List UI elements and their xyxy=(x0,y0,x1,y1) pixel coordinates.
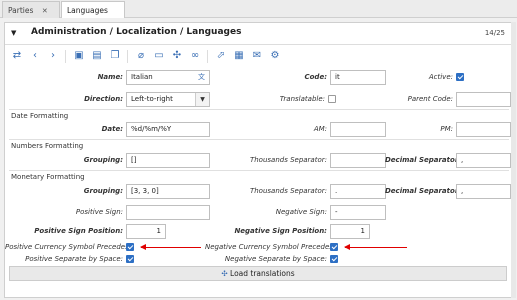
tab-languages[interactable]: Languages ✕ xyxy=(61,1,125,32)
close-icon[interactable]: ✕ xyxy=(42,7,48,15)
tab-label: Languages xyxy=(67,6,108,15)
translate-icon: ✣ xyxy=(221,269,228,278)
open-icon[interactable]: ⬀ xyxy=(215,50,227,62)
note-icon[interactable]: ▭ xyxy=(153,50,165,62)
prev-icon[interactable]: ‹ xyxy=(29,50,41,62)
red-arrow-annotation xyxy=(344,244,407,250)
tab-label: Parties xyxy=(8,6,34,15)
attach-icon[interactable]: ⌀ xyxy=(135,50,147,62)
positive-separate-space-checkbox[interactable] xyxy=(126,255,134,263)
switch-icon[interactable]: ⇄ xyxy=(11,50,23,62)
positive-sign-position-label: Positive Sign Position: xyxy=(34,227,123,235)
save-icon[interactable]: ▤ xyxy=(91,50,103,62)
grouping-label: Grouping: xyxy=(83,156,123,164)
scrollbar[interactable] xyxy=(511,22,516,298)
translate-icon[interactable]: 文 xyxy=(198,71,205,84)
next-icon[interactable]: › xyxy=(47,50,59,62)
translatable-checkbox[interactable] xyxy=(328,95,336,103)
positive-sign-label: Positive Sign: xyxy=(75,208,123,216)
name-label: Name: xyxy=(97,73,123,81)
direction-value: Left-to-right xyxy=(131,95,173,103)
relate-icon[interactable]: ✣ xyxy=(171,50,183,62)
negative-sign-position-field[interactable]: 1 xyxy=(330,224,370,239)
load-translations-label: Load translations xyxy=(230,269,295,278)
grouping-field[interactable]: [] xyxy=(126,153,210,168)
date-section-title: Date Formatting xyxy=(11,112,69,120)
link-icon[interactable]: ∞ xyxy=(189,50,201,62)
monetary-decimal-label: Decimal Separator: xyxy=(385,187,462,195)
page-title: Administration / Localization / Language… xyxy=(31,27,242,37)
negative-separate-space-checkbox[interactable] xyxy=(330,255,338,263)
direction-select[interactable]: Left-to-right ▼ xyxy=(126,92,210,107)
tab-bar: Parties ✕ Languages ✕ xyxy=(0,0,517,32)
action-icon[interactable]: ⚙ xyxy=(269,50,281,62)
name-field[interactable]: Italian 文 xyxy=(126,70,210,85)
positive-separate-space-label: Positive Separate by Space: xyxy=(25,255,123,263)
code-field[interactable]: it xyxy=(330,70,386,85)
chevron-down-icon[interactable]: ▼ xyxy=(11,29,19,37)
chevron-down-icon: ▼ xyxy=(195,93,209,106)
load-translations-button[interactable]: ✣ Load translations xyxy=(9,266,507,281)
pm-field[interactable] xyxy=(456,122,511,137)
monetary-grouping-label: Grouping: xyxy=(83,187,123,195)
record-counter: 14/25 xyxy=(484,29,505,37)
monetary-section-title: Monetary Formatting xyxy=(11,173,85,181)
date-field[interactable]: %d/%m/%Y xyxy=(126,122,210,137)
monetary-grouping-field[interactable]: [3, 3, 0] xyxy=(126,184,210,199)
positive-currency-precedes-checkbox[interactable] xyxy=(126,243,134,251)
negative-separate-space-label: Negative Separate by Space: xyxy=(224,255,327,263)
new-icon[interactable]: ▣ xyxy=(73,50,85,62)
positive-sign-field[interactable] xyxy=(126,205,210,220)
translatable-label: Translatable: xyxy=(279,95,325,103)
monetary-thousands-field[interactable]: . xyxy=(330,184,386,199)
email-icon[interactable]: ✉ xyxy=(251,50,263,62)
am-label: AM: xyxy=(313,125,327,133)
positive-currency-precedes-label: Positive Currency Symbol Precedes: xyxy=(5,243,132,251)
negative-sign-field[interactable]: - xyxy=(330,205,386,220)
active-checkbox[interactable] xyxy=(456,73,464,81)
numbers-section-title: Numbers Formatting xyxy=(11,142,84,150)
name-value: Italian xyxy=(131,73,153,81)
monetary-decimal-field[interactable]: , xyxy=(456,184,511,199)
date-label: Date: xyxy=(101,125,123,133)
print-icon[interactable]: ▦ xyxy=(233,50,245,62)
pm-label: PM: xyxy=(440,125,453,133)
monetary-thousands-label: Thousands Separator: xyxy=(249,187,327,195)
form-header: ▼ Administration / Localization / Langua… xyxy=(5,23,511,45)
thousands-separator-field[interactable] xyxy=(330,153,386,168)
am-field[interactable] xyxy=(330,122,386,137)
parent-code-field[interactable] xyxy=(456,92,511,107)
active-label: Active: xyxy=(428,73,453,81)
red-arrow-annotation xyxy=(140,244,201,250)
toolbar: ⇄ ‹ › ▣ ▤ ❐ ⌀ ▭ ✣ ∞ ⬀ ▦ ✉ ⚙ xyxy=(5,47,511,67)
positive-sign-position-field[interactable]: 1 xyxy=(126,224,166,239)
decimal-separator-label: Decimal Separator: xyxy=(385,156,462,164)
direction-label: Direction: xyxy=(84,95,123,103)
negative-sign-position-label: Negative Sign Position: xyxy=(234,227,327,235)
copy-icon[interactable]: ❐ xyxy=(109,50,121,62)
code-label: Code: xyxy=(304,73,327,81)
negative-currency-precedes-checkbox[interactable] xyxy=(330,243,338,251)
negative-sign-label: Negative Sign: xyxy=(275,208,327,216)
parent-code-label: Parent Code: xyxy=(407,95,453,103)
thousands-separator-label: Thousands Separator: xyxy=(249,156,327,164)
negative-currency-precedes-label: Negative Currency Symbol Precedes: xyxy=(205,243,336,251)
tab-parties[interactable]: Parties ✕ xyxy=(2,1,60,18)
decimal-separator-field[interactable]: , xyxy=(456,153,511,168)
form-card: ▼ Administration / Localization / Langua… xyxy=(4,22,512,298)
